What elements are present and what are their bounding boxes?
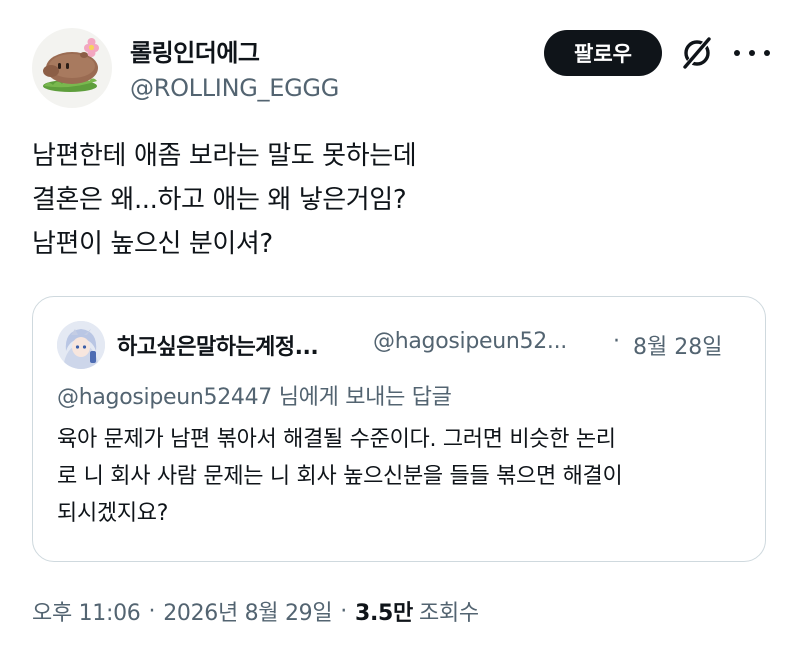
quoted-tweet-body: 육아 문제가 남편 볶아서 해결될 수준이다. 그러면 비슷한 논리 로 니 회… — [57, 421, 747, 532]
quoted-text-line: 로 니 회사 사람 문제는 니 회사 높으신분을 들들 볶으면 해결이 — [57, 464, 623, 489]
tweet-header: 롤링인더에그 @ROLLING_EGGG 팔로우 — [0, 0, 800, 112]
meta-separator: · — [148, 598, 156, 624]
quoted-author-avatar — [57, 321, 105, 369]
views-count[interactable]: 3.5만 — [355, 595, 413, 627]
meta-separator: · — [340, 598, 347, 624]
more-dots-icon[interactable] — [734, 40, 770, 66]
tweet-text-line: 남편한테 애좀 보라는 말도 못하는데 — [32, 141, 417, 171]
dot — [764, 50, 770, 56]
quoted-text-line: 육아 문제가 남편 볶아서 해결될 수준이다. 그러면 비슷한 논리 — [57, 427, 616, 452]
quoted-date: 8월 28일 — [633, 335, 723, 360]
dot — [749, 50, 755, 56]
author-handle[interactable]: @ROLLING_EGGG — [130, 74, 339, 102]
dot — [734, 50, 740, 56]
quoted-reply-to: @hagosipeun52447 님에게 보내는 답글 — [57, 385, 452, 410]
grok-slash-icon[interactable] — [678, 34, 716, 72]
author-avatar[interactable] — [32, 28, 112, 108]
quoted-author-handle: @hagosipeun52... — [373, 329, 567, 354]
quoted-text-line: 되시겠지요? — [57, 501, 169, 526]
tweet-text-line: 남편이 높으신 분이셔? — [32, 229, 273, 259]
quoted-separator: · — [613, 329, 620, 354]
quoted-author-display-name: 하고싶은말하는계정... — [117, 335, 319, 360]
tweet-meta: 오후 11:06 · 2026년 8월 29일 · 3.5만 조회수 — [32, 594, 479, 628]
follow-button[interactable]: 팔로우 — [544, 30, 662, 76]
quoted-tweet-card[interactable]: 하고싶은말하는계정... @hagosipeun52... · 8월 28일 @… — [32, 296, 766, 562]
author-display-name[interactable]: 롤링인더에그 — [130, 33, 260, 68]
tweet-time[interactable]: 오후 11:06 — [32, 595, 141, 627]
tweet-date[interactable]: 2026년 8월 29일 — [163, 595, 332, 627]
tweet-body: 남편한테 애좀 보라는 말도 못하는데 결혼은 왜...하고 애는 왜 낳은거임… — [32, 134, 772, 266]
views-label[interactable]: 조회수 — [419, 595, 479, 627]
tweet-text-line: 결혼은 왜...하고 애는 왜 낳은거임? — [32, 185, 407, 215]
